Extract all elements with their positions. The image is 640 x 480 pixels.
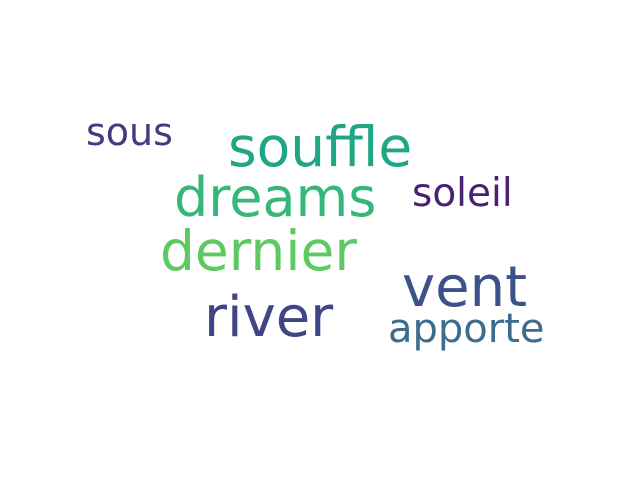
word-dernier: dernier xyxy=(160,219,357,283)
word-soleil: soleil xyxy=(412,171,513,216)
word-river: river xyxy=(204,285,334,350)
word-apporte: apporte xyxy=(388,306,545,352)
word-cloud: sous souffle dreams soleil dernier vent … xyxy=(0,0,640,480)
word-sous: sous xyxy=(86,110,173,154)
word-dreams: dreams xyxy=(174,166,377,229)
